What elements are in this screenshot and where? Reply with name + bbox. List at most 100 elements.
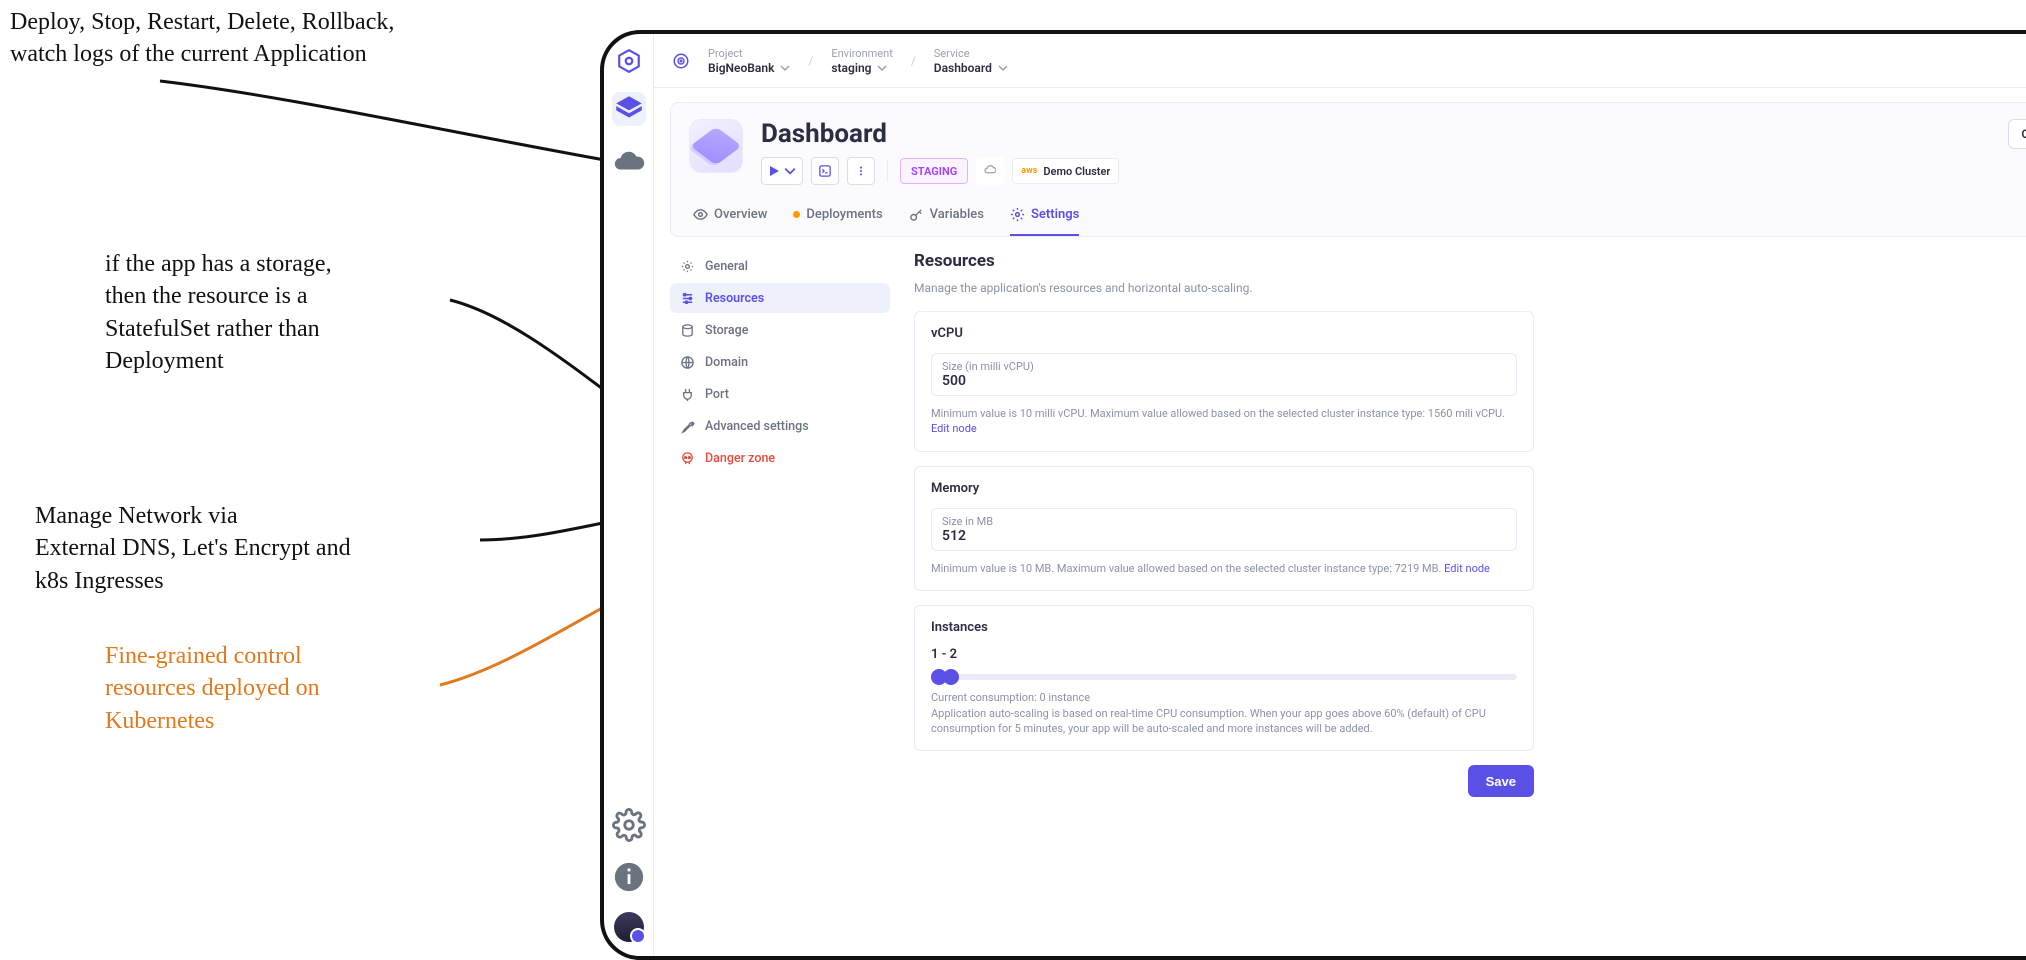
content: Resources Manage the application's resou… [914, 251, 2026, 940]
crumb-service[interactable]: Service Dashboard [934, 47, 1008, 75]
rail-layers-icon[interactable] [612, 92, 646, 126]
plug-icon [680, 387, 695, 402]
vcpu-panel: vCPU Size (in milli vCPU) 500 Minimum va… [914, 311, 1534, 452]
crumb-project-value: BigNeoBank [708, 61, 774, 75]
rail-info-icon[interactable] [612, 860, 646, 894]
resources-subtitle: Manage the application's resources and h… [914, 281, 2026, 295]
sidebar-item-domain[interactable]: Domain [670, 347, 890, 377]
play-button[interactable] [761, 157, 803, 185]
sidebar-item-danger[interactable]: Danger zone [670, 443, 890, 473]
cluster-name: Demo Cluster [1043, 165, 1110, 178]
disk-icon [680, 323, 695, 338]
memory-panel: Memory Size in MB 512 Minimum value is 1… [914, 466, 1534, 591]
instances-title: Instances [931, 620, 1517, 635]
instances-consumption: Current consumption: 0 instance [931, 690, 1517, 705]
vcpu-field-label: Size (in milli vCPU) [942, 360, 1506, 373]
sidebar-item-label: Storage [705, 323, 748, 338]
cloud-sync-icon [984, 165, 996, 177]
crumb-project[interactable]: Project BigNeoBank [708, 47, 790, 75]
app-icon [689, 119, 743, 173]
sidebar-item-resources[interactable]: Resources [670, 283, 890, 313]
memory-field[interactable]: Size in MB 512 [931, 508, 1517, 551]
save-button[interactable]: Save [1468, 765, 1534, 797]
annotation-network: Manage Network via External DNS, Let's E… [35, 500, 351, 597]
gear-icon [1010, 207, 1025, 222]
sidebar-item-port[interactable]: Port [670, 379, 890, 409]
crumb-service-label: Service [934, 47, 1008, 60]
sidebar-item-label: Advanced settings [705, 419, 809, 434]
left-rail [604, 34, 654, 956]
rail-settings-icon[interactable] [612, 808, 646, 842]
chevron-down-icon [780, 63, 790, 73]
globe-icon [680, 355, 695, 370]
sidebar-item-label: Resources [705, 291, 764, 306]
instances-range: 1 - 2 [931, 647, 1517, 662]
skull-icon [680, 451, 695, 466]
tab-deployments[interactable]: Deployments [793, 207, 882, 236]
tab-settings-label: Settings [1031, 207, 1079, 222]
vcpu-field-value: 500 [942, 373, 1506, 389]
wrench-icon [680, 419, 695, 434]
env-badge: STAGING [900, 158, 968, 184]
edit-node-link[interactable]: Edit node [1444, 562, 1490, 575]
crumb-sep: / [808, 54, 813, 68]
tab-variables-label: Variables [930, 207, 984, 222]
open-links-button[interactable]: Open links [2008, 119, 2026, 149]
memory-title: Memory [931, 481, 1517, 496]
status-dot-icon [793, 211, 800, 218]
logs-button[interactable] [811, 157, 839, 185]
sidebar-item-label: Domain [705, 355, 748, 370]
chevron-down-icon [998, 63, 1008, 73]
rail-cloud-icon[interactable] [612, 144, 646, 178]
play-icon [768, 165, 780, 177]
crumb-environment[interactable]: Environment staging [831, 47, 892, 75]
sidebar-item-label: Danger zone [705, 451, 775, 466]
instances-panel: Instances 1 - 2 Current consumption: 0 i… [914, 605, 1534, 751]
memory-field-value: 512 [942, 528, 1506, 544]
chevron-down-icon [784, 165, 796, 177]
tab-deployments-label: Deployments [806, 207, 882, 222]
annotation-actions: Deploy, Stop, Restart, Delete, Rollback,… [10, 6, 394, 71]
tab-settings[interactable]: Settings [1010, 207, 1079, 236]
app-header: Dashboard STAGING [670, 102, 2026, 237]
vcpu-field[interactable]: Size (in milli vCPU) 500 [931, 353, 1517, 396]
annotation-advanced: Fine-grained control resources deployed … [105, 640, 320, 737]
annotation-storage: if the app has a storage, then the resou… [105, 248, 332, 378]
crumb-project-label: Project [708, 47, 790, 60]
sidebar-item-advanced[interactable]: Advanced settings [670, 411, 890, 441]
sidebar-item-label: Port [705, 387, 729, 402]
tab-overview[interactable]: Overview [693, 207, 767, 236]
resources-heading: Resources [914, 251, 2026, 271]
tabs: Overview Deployments Variables Settings [689, 207, 2026, 236]
sidebar-item-storage[interactable]: Storage [670, 315, 890, 345]
key-icon [909, 207, 924, 222]
more-icon [855, 165, 867, 177]
memory-field-label: Size in MB [942, 515, 1506, 528]
edit-node-link[interactable]: Edit node [931, 422, 977, 435]
crumb-sep: / [911, 54, 916, 68]
cluster-chip[interactable]: aws Demo Cluster [1012, 158, 1119, 184]
page-title: Dashboard [761, 119, 1990, 149]
memory-hint: Minimum value is 10 MB. Maximum value al… [931, 561, 1517, 576]
sidebar-item-general[interactable]: General [670, 251, 890, 281]
sliders-icon [680, 291, 695, 306]
aws-logo-icon: aws [1021, 166, 1037, 176]
more-button[interactable] [847, 157, 875, 185]
crumb-env-value: staging [831, 61, 871, 75]
instances-hint: Application auto-scaling is based on rea… [931, 706, 1517, 737]
tab-variables[interactable]: Variables [909, 207, 984, 236]
qovery-logo-icon[interactable] [616, 48, 642, 74]
breadcrumb-target-icon [672, 52, 690, 70]
eye-icon [693, 207, 708, 222]
instances-slider[interactable] [931, 674, 1517, 680]
gear-icon [680, 259, 695, 274]
crumb-env-label: Environment [831, 47, 892, 60]
crumb-service-value: Dashboard [934, 61, 992, 75]
logs-icon [819, 165, 831, 177]
open-links-label: Open links [2021, 127, 2026, 141]
app-frame: Project BigNeoBank / Environment staging… [600, 30, 2026, 960]
vcpu-title: vCPU [931, 326, 1517, 341]
sidebar-item-label: General [705, 259, 748, 274]
tab-overview-label: Overview [714, 207, 767, 222]
avatar[interactable] [614, 912, 644, 942]
